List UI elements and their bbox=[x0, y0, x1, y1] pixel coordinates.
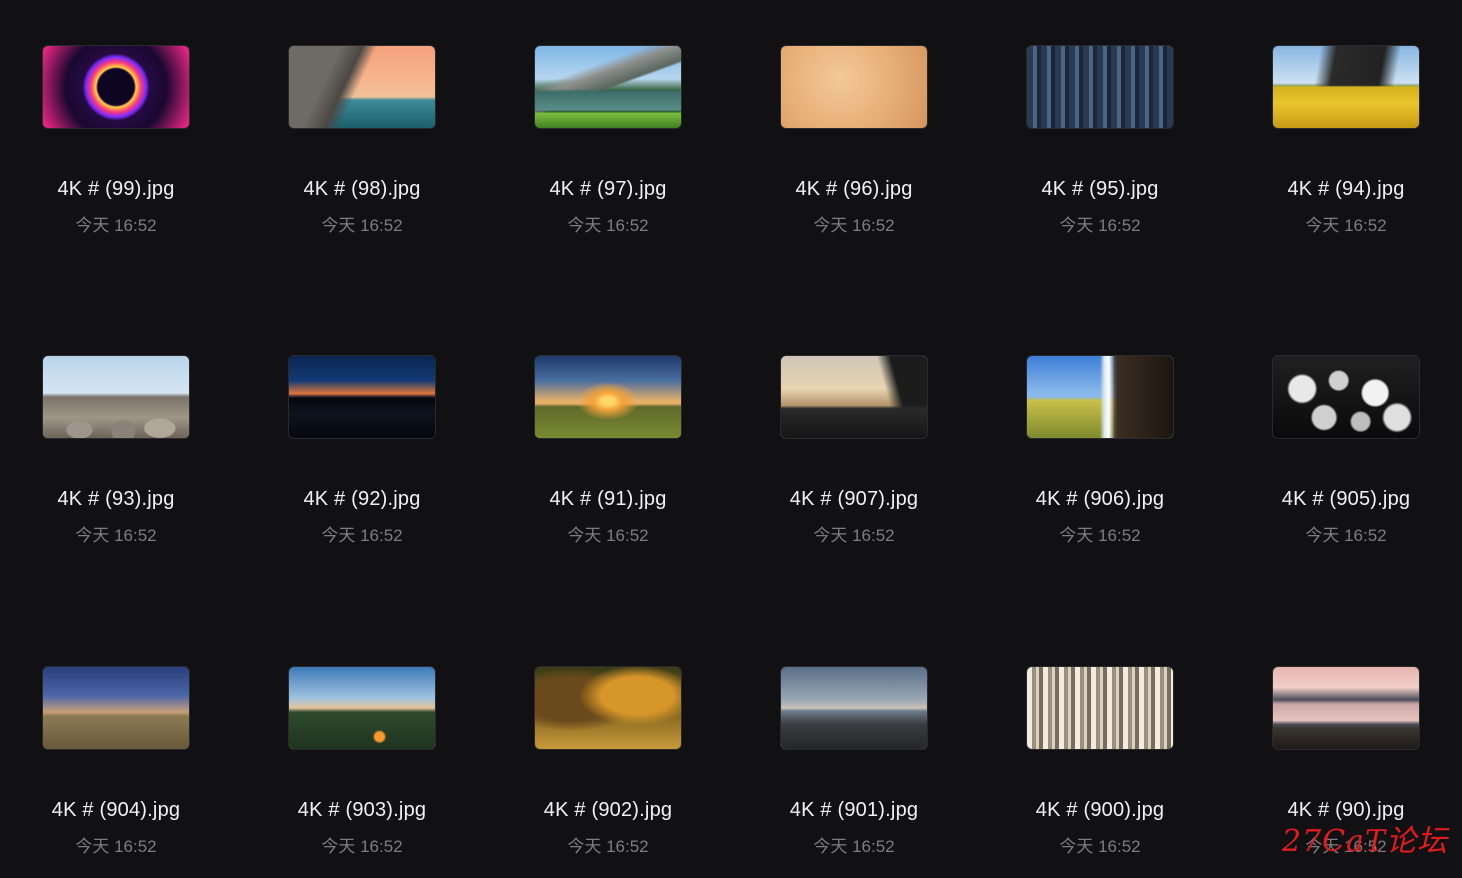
file-thumbnail[interactable] bbox=[780, 45, 928, 129]
file-item[interactable]: 4K # (907).jpg 今天 16:52 bbox=[754, 355, 954, 575]
thumbnail-image bbox=[1273, 667, 1419, 749]
file-thumbnail[interactable] bbox=[780, 666, 928, 750]
thumbnail-image bbox=[1273, 46, 1419, 128]
file-modified-time: 今天 16:52 bbox=[813, 526, 895, 545]
file-item[interactable]: 4K # (903).jpg 今天 16:52 bbox=[262, 666, 462, 878]
file-item[interactable]: 4K # (98).jpg 今天 16:52 bbox=[262, 45, 462, 265]
file-modified-time: 今天 16:52 bbox=[813, 837, 895, 856]
thumbnail-image bbox=[43, 46, 189, 128]
file-name[interactable]: 4K # (902).jpg bbox=[508, 799, 708, 822]
file-name[interactable]: 4K # (98).jpg bbox=[262, 178, 462, 201]
file-item[interactable]: 4K # (94).jpg 今天 16:52 bbox=[1246, 45, 1446, 265]
file-item[interactable]: 4K # (901).jpg 今天 16:52 bbox=[754, 666, 954, 878]
file-item[interactable]: 4K # (902).jpg 今天 16:52 bbox=[508, 666, 708, 878]
thumbnail-image bbox=[1027, 46, 1173, 128]
file-thumbnail[interactable] bbox=[1026, 355, 1174, 439]
file-modified-time: 今天 16:52 bbox=[321, 216, 403, 235]
file-name[interactable]: 4K # (92).jpg bbox=[262, 488, 462, 511]
thumbnail-image bbox=[43, 356, 189, 438]
thumbnail-image bbox=[535, 356, 681, 438]
thumbnail-image bbox=[289, 46, 435, 128]
file-item[interactable]: 4K # (904).jpg 今天 16:52 bbox=[16, 666, 216, 878]
thumbnail-image bbox=[1273, 356, 1419, 438]
file-name[interactable]: 4K # (906).jpg bbox=[1000, 488, 1200, 511]
thumbnail-image bbox=[43, 667, 189, 749]
file-name[interactable]: 4K # (94).jpg bbox=[1246, 178, 1446, 201]
file-item[interactable]: 4K # (95).jpg 今天 16:52 bbox=[1000, 45, 1200, 265]
file-modified-time: 今天 16:52 bbox=[75, 526, 157, 545]
file-thumbnail[interactable] bbox=[288, 355, 436, 439]
file-name[interactable]: 4K # (903).jpg bbox=[262, 799, 462, 822]
file-thumbnail[interactable] bbox=[1272, 355, 1420, 439]
file-item[interactable]: 4K # (97).jpg 今天 16:52 bbox=[508, 45, 708, 265]
file-thumbnail[interactable] bbox=[1272, 666, 1420, 750]
file-name[interactable]: 4K # (900).jpg bbox=[1000, 799, 1200, 822]
file-modified-time: 今天 16:52 bbox=[1305, 216, 1387, 235]
file-modified-time: 今天 16:52 bbox=[321, 526, 403, 545]
file-thumbnail[interactable] bbox=[42, 666, 190, 750]
file-name[interactable]: 4K # (96).jpg bbox=[754, 178, 954, 201]
file-modified-time: 今天 16:52 bbox=[1305, 526, 1387, 545]
file-modified-time: 今天 16:52 bbox=[567, 837, 649, 856]
file-thumbnail[interactable] bbox=[1026, 666, 1174, 750]
file-modified-time: 今天 16:52 bbox=[1059, 216, 1141, 235]
thumbnail-image bbox=[1027, 356, 1173, 438]
file-thumbnail[interactable] bbox=[42, 45, 190, 129]
thumbnail-image bbox=[1027, 667, 1173, 749]
file-modified-time: 今天 16:52 bbox=[321, 837, 403, 856]
file-name[interactable]: 4K # (97).jpg bbox=[508, 178, 708, 201]
file-thumbnail[interactable] bbox=[534, 45, 682, 129]
file-thumbnail[interactable] bbox=[288, 45, 436, 129]
file-modified-time: 今天 16:52 bbox=[1059, 526, 1141, 545]
file-item[interactable]: 4K # (906).jpg 今天 16:52 bbox=[1000, 355, 1200, 575]
file-name[interactable]: 4K # (901).jpg bbox=[754, 799, 954, 822]
file-modified-time: 今天 16:52 bbox=[567, 216, 649, 235]
file-name[interactable]: 4K # (91).jpg bbox=[508, 488, 708, 511]
thumbnail-image bbox=[781, 356, 927, 438]
file-thumbnail[interactable] bbox=[780, 355, 928, 439]
thumbnail-image bbox=[535, 667, 681, 749]
file-name[interactable]: 4K # (907).jpg bbox=[754, 488, 954, 511]
file-item[interactable]: 4K # (905).jpg 今天 16:52 bbox=[1246, 355, 1446, 575]
file-thumbnail[interactable] bbox=[42, 355, 190, 439]
file-item[interactable]: 4K # (92).jpg 今天 16:52 bbox=[262, 355, 462, 575]
file-thumbnail[interactable] bbox=[288, 666, 436, 750]
file-item[interactable]: 4K # (91).jpg 今天 16:52 bbox=[508, 355, 708, 575]
thumbnail-image bbox=[781, 667, 927, 749]
file-modified-time: 今天 16:52 bbox=[567, 526, 649, 545]
file-name[interactable]: 4K # (93).jpg bbox=[16, 488, 216, 511]
file-name[interactable]: 4K # (904).jpg bbox=[16, 799, 216, 822]
file-modified-time: 今天 16:52 bbox=[75, 837, 157, 856]
file-grid: 4K # (99).jpg 今天 16:52 4K # (98).jpg 今天 16:… bbox=[0, 0, 1462, 878]
thumbnail-image bbox=[289, 667, 435, 749]
thumbnail-image bbox=[535, 46, 681, 128]
file-modified-time: 今天 16:52 bbox=[813, 216, 895, 235]
file-item[interactable]: 4K # (96).jpg 今天 16:52 bbox=[754, 45, 954, 265]
watermark: 27CaT论坛 bbox=[1282, 824, 1449, 859]
file-name[interactable]: 4K # (905).jpg bbox=[1246, 488, 1446, 511]
file-name[interactable]: 4K # (99).jpg bbox=[16, 178, 216, 201]
file-modified-time: 今天 16:52 bbox=[75, 216, 157, 235]
file-name[interactable]: 4K # (95).jpg bbox=[1000, 178, 1200, 201]
file-item[interactable]: 4K # (93).jpg 今天 16:52 bbox=[16, 355, 216, 575]
file-thumbnail[interactable] bbox=[534, 355, 682, 439]
thumbnail-image bbox=[289, 356, 435, 438]
file-modified-time: 今天 16:52 bbox=[1059, 837, 1141, 856]
file-thumbnail[interactable] bbox=[1026, 45, 1174, 129]
file-item[interactable]: 4K # (900).jpg 今天 16:52 bbox=[1000, 666, 1200, 878]
thumbnail-image bbox=[781, 46, 927, 128]
file-thumbnail[interactable] bbox=[1272, 45, 1420, 129]
file-thumbnail[interactable] bbox=[534, 666, 682, 750]
file-item[interactable]: 4K # (99).jpg 今天 16:52 bbox=[16, 45, 216, 265]
